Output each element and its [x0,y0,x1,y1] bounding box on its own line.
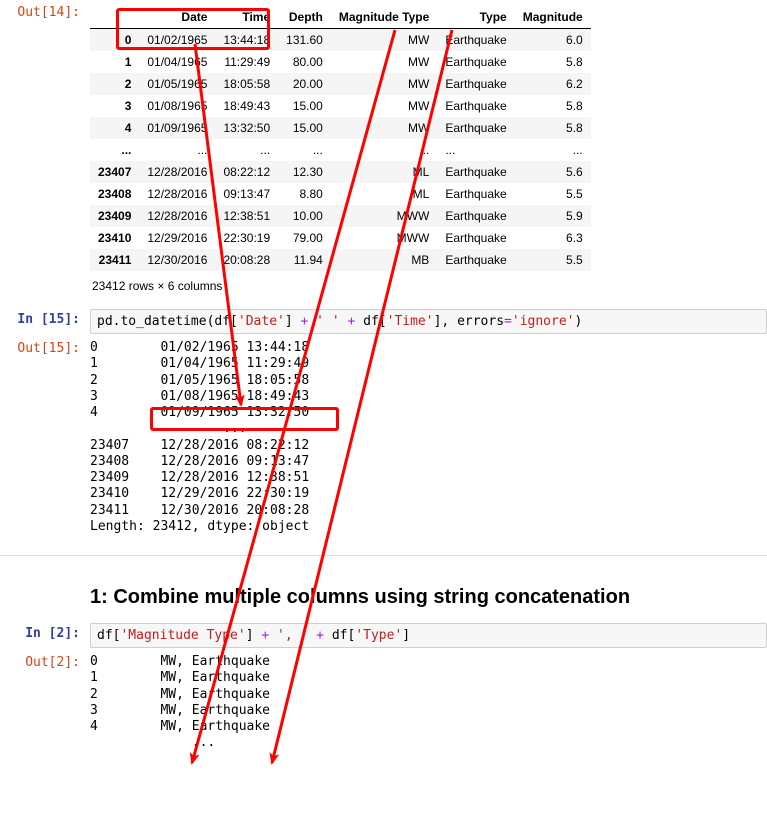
table-row: 201/05/196518:05:5820.00MWEarthquake6.2 [90,73,591,95]
annotation-box-out15-first [150,407,339,431]
table-row: 2340812/28/201609:13:478.80MLEarthquake5… [90,183,591,205]
out-prompt-2: Out[2]: [0,652,90,752]
table-row: 101/04/196511:29:4980.00MWEarthquake5.8 [90,51,591,73]
section-divider [0,555,767,556]
table-row: 2340912/28/201612:38:5110.00MWWEarthquak… [90,205,591,227]
table-row: 401/09/196513:32:5015.00MWEarthquake5.8 [90,117,591,139]
df-caption: 23412 rows × 6 columns [90,271,767,297]
df-col-header: Type [437,6,514,29]
df-col-header: Magnitude Type [331,6,437,29]
annotation-box-date-time [116,8,270,50]
section-title: 1: Combine multiple columns using string… [90,586,767,609]
out15-series: 0 01/02/1965 13:44:18 1 01/04/1965 11:29… [90,338,767,535]
table-row: ..................... [90,139,591,161]
table-row: 2341112/30/201620:08:2811.94MBEarthquake… [90,249,591,271]
in-prompt-2: In [2]: [0,623,90,648]
table-row: 2340712/28/201608:22:1212.30MLEarthquake… [90,161,591,183]
df-col-header: Magnitude [515,6,591,29]
out-prompt-14: Out[14]: [0,2,90,297]
code-cell-2[interactable]: df['Magnitude Type'] + ', ' + df['Type'] [90,623,767,648]
table-row: 2341012/29/201622:30:1979.00MWWEarthquak… [90,227,591,249]
out2-series: 0 MW, Earthquake 1 MW, Earthquake 2 MW, … [90,652,767,752]
out-prompt-15: Out[15]: [0,338,90,535]
table-row: 301/08/196518:49:4315.00MWEarthquake5.8 [90,95,591,117]
in-prompt-15: In [15]: [0,309,90,334]
df-col-header: Depth [278,6,331,29]
code-cell-15[interactable]: pd.to_datetime(df['Date'] + ' ' + df['Ti… [90,309,767,334]
